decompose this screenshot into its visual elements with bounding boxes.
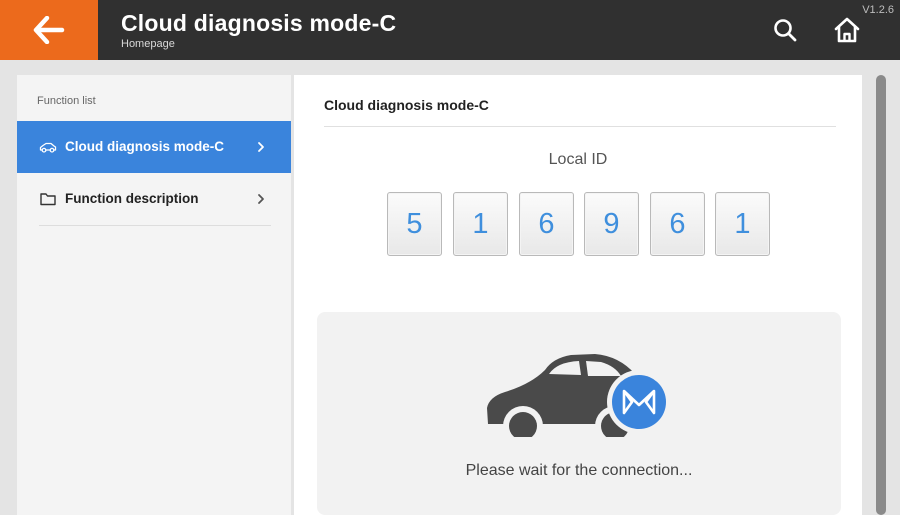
connection-status-panel: Please wait for the connection...	[317, 312, 841, 515]
sidebar-item-cloud-diagnosis[interactable]: Cloud diagnosis mode-C	[17, 121, 291, 173]
back-button[interactable]	[0, 0, 98, 60]
connection-status-text: Please wait for the connection...	[465, 462, 693, 479]
breadcrumb: Homepage	[121, 38, 175, 50]
page-title: Cloud diagnosis mode-C	[121, 10, 397, 36]
scrollbar[interactable]	[876, 75, 886, 515]
search-button[interactable]	[772, 17, 798, 43]
function-list-header: Function list	[37, 95, 96, 107]
local-id-digit: 6	[650, 192, 705, 256]
chevron-right-icon	[258, 142, 264, 152]
local-id-label: Local ID	[548, 151, 608, 168]
local-id-digit: 1	[453, 192, 508, 256]
sidebar-item-label: Function description	[65, 191, 199, 206]
sidebar-item-label: Cloud diagnosis mode-C	[65, 139, 225, 154]
function-list-panel: Function list Cloud diagnosis mode-C Fun…	[17, 75, 291, 515]
chevron-right-icon	[258, 194, 264, 204]
section-title: Cloud diagnosis mode-C	[324, 97, 489, 113]
local-id-digit: 5	[387, 192, 442, 256]
top-bar: Cloud diagnosis mode-C Homepage V1.2.6	[0, 0, 900, 60]
sidebar-item-function-description[interactable]: Function description	[17, 173, 291, 225]
car-icon	[39, 142, 57, 153]
local-id-digit: 9	[584, 192, 639, 256]
folder-icon	[40, 193, 56, 206]
arrow-left-icon	[33, 16, 65, 44]
car-connection-icon	[483, 342, 683, 446]
local-id-digit: 1	[715, 192, 770, 256]
local-id-digit: 6	[519, 192, 574, 256]
version-label: V1.2.6	[862, 4, 894, 16]
home-button[interactable]	[832, 15, 862, 45]
search-icon	[774, 19, 797, 42]
main-content: Cloud diagnosis mode-C Local ID 5 1 6 9 …	[294, 75, 862, 515]
section-divider	[324, 126, 836, 127]
sidebar-divider	[39, 225, 271, 226]
home-icon	[834, 17, 860, 43]
